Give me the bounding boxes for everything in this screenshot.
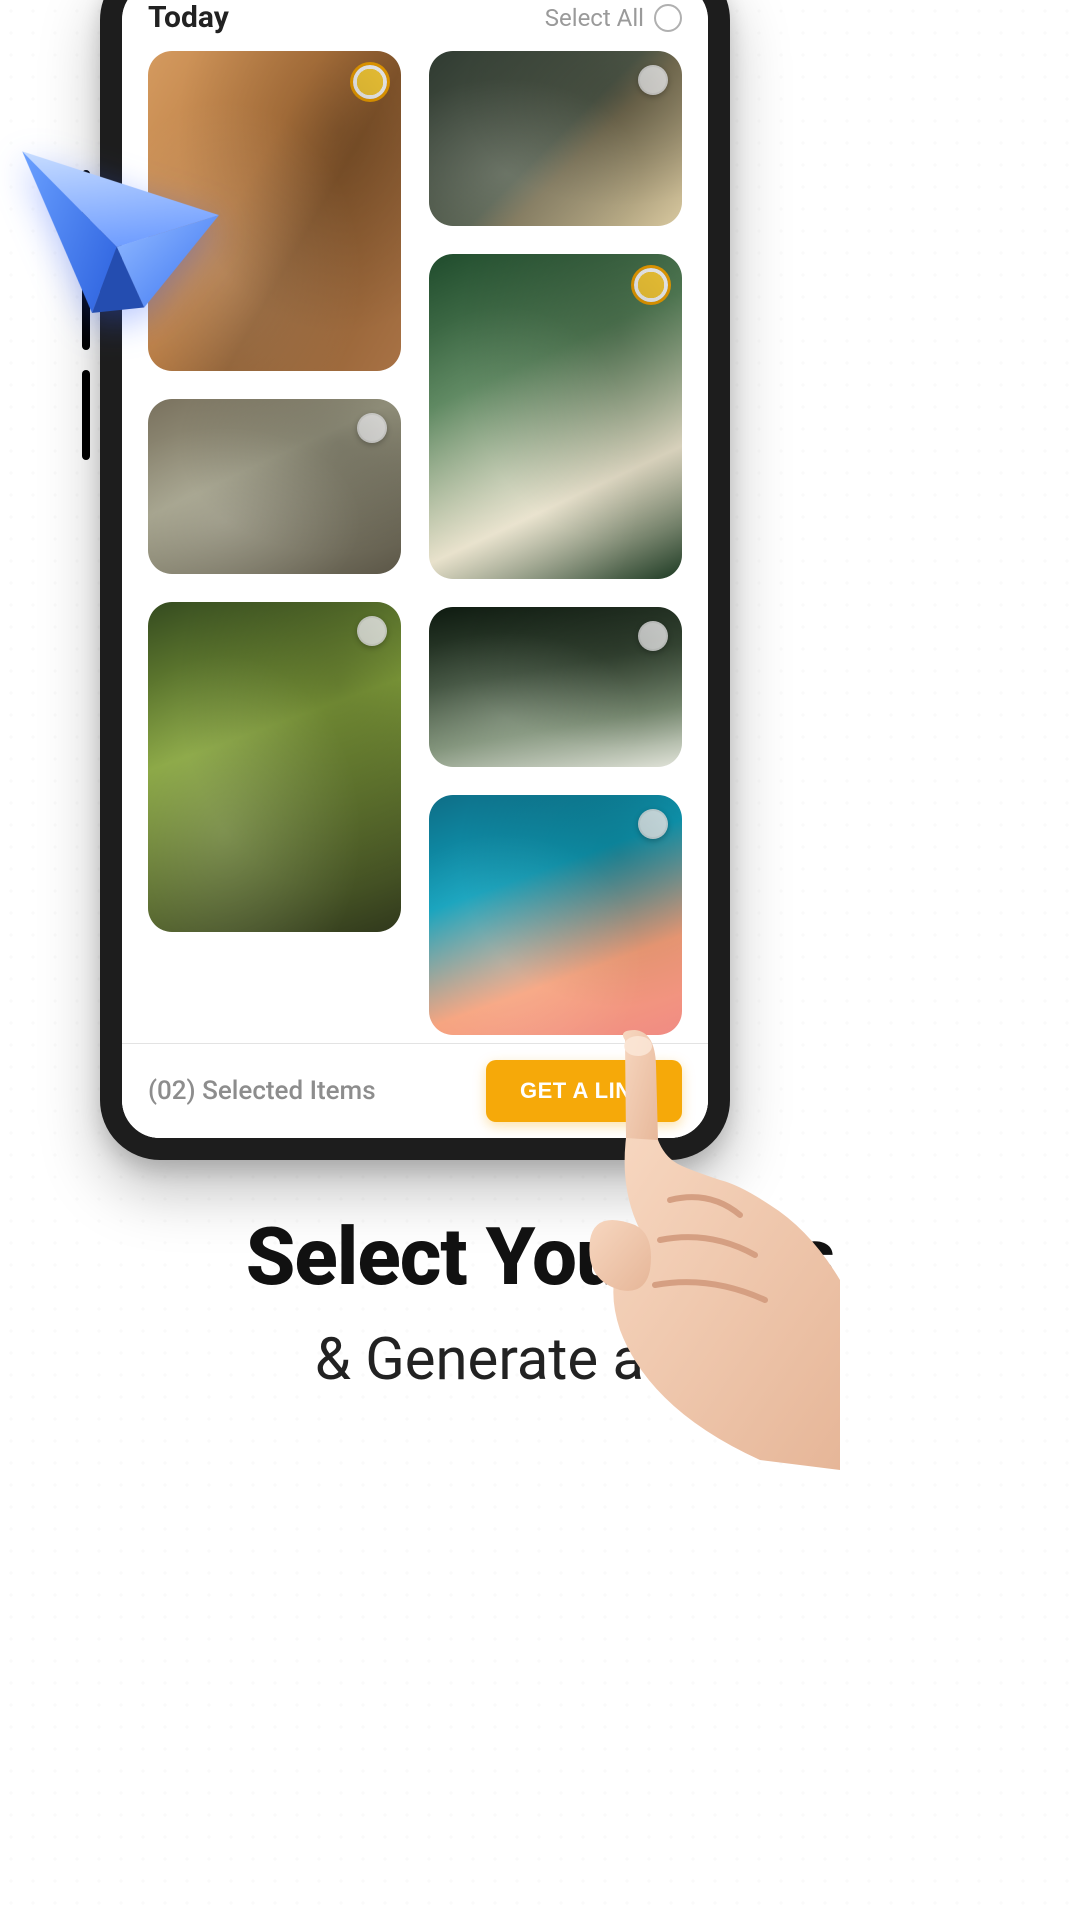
selection-indicator-icon[interactable] xyxy=(638,621,668,651)
select-all-label: Select All xyxy=(545,4,644,32)
gallery-columns xyxy=(148,51,682,1035)
photo-thumbnail[interactable] xyxy=(429,254,682,579)
photo-thumbnail[interactable] xyxy=(148,399,401,574)
selection-indicator-icon[interactable] xyxy=(357,616,387,646)
photo-thumbnail[interactable] xyxy=(429,51,682,226)
section-title: Today xyxy=(148,0,229,35)
promo-title: Select Your Files xyxy=(40,1210,1040,1304)
promo-subtitle: & Generate a Link xyxy=(40,1326,1040,1394)
selection-indicator-icon[interactable] xyxy=(353,65,387,99)
selection-indicator-icon[interactable] xyxy=(634,268,668,302)
photo-thumbnail[interactable] xyxy=(429,607,682,767)
selected-count-label: (02) Selected Items xyxy=(148,1076,376,1106)
photo-thumbnail[interactable] xyxy=(429,795,682,1035)
gallery-column-right xyxy=(429,51,682,1035)
gallery-header: Today Select All xyxy=(122,0,708,51)
select-all-checkbox-icon[interactable] xyxy=(654,4,682,32)
selection-indicator-icon[interactable] xyxy=(638,809,668,839)
selection-indicator-icon[interactable] xyxy=(638,65,668,95)
pointing-hand-icon xyxy=(580,1030,840,1470)
select-all-control[interactable]: Select All xyxy=(545,4,682,32)
promo-text-block: Select Your Files & Generate a Link xyxy=(0,1210,1080,1394)
phone-side-button-3 xyxy=(82,370,90,460)
paper-plane-icon xyxy=(11,120,240,331)
selection-indicator-icon[interactable] xyxy=(357,413,387,443)
photo-thumbnail[interactable] xyxy=(148,602,401,932)
